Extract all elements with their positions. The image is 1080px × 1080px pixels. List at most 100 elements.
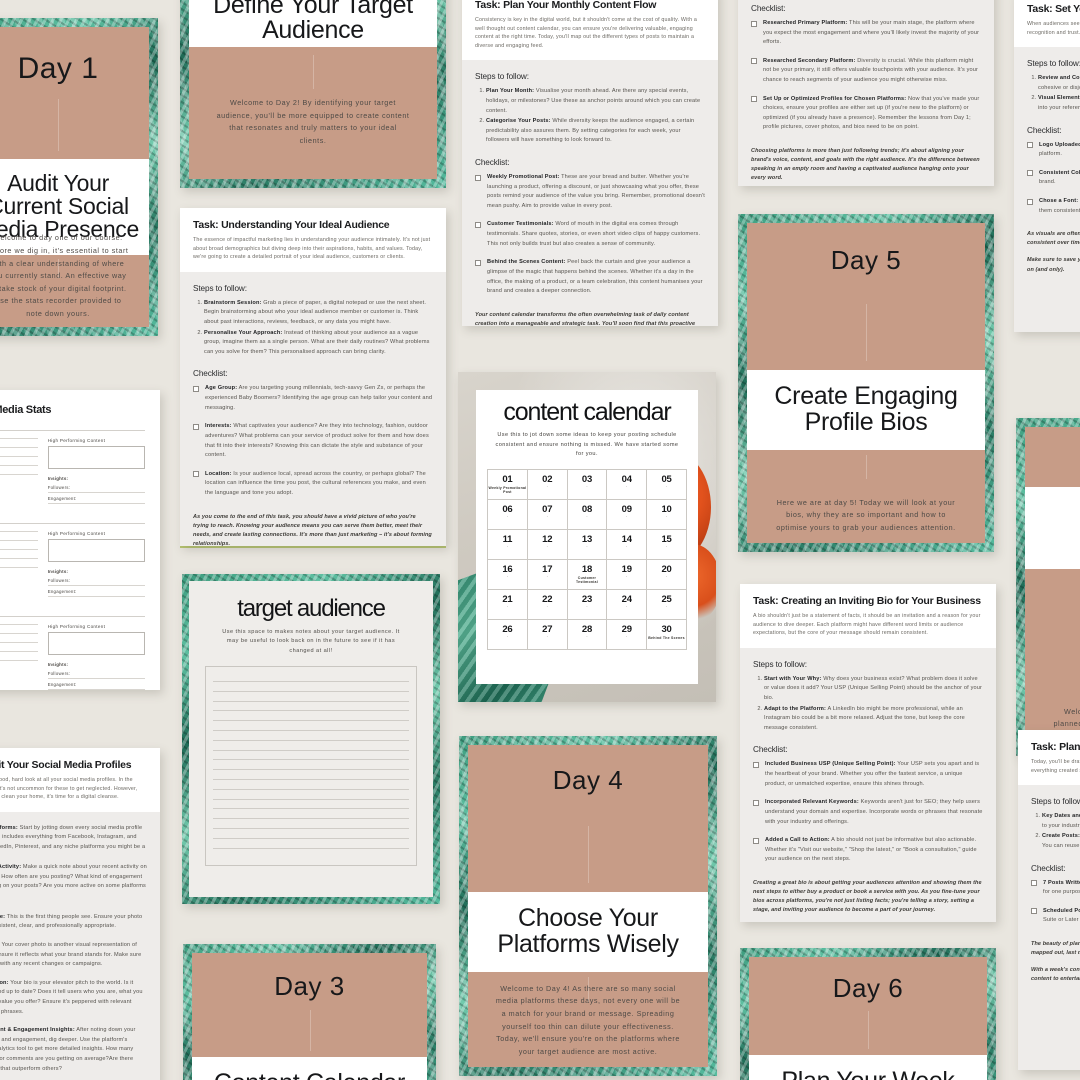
notes-lined-area[interactable] (205, 666, 417, 867)
card-task-bio[interactable]: Task: Creating an Inviting Bio for Your … (740, 584, 996, 922)
calendar-day-cell[interactable]: 17. (527, 559, 568, 590)
card-notes-target-audience[interactable]: target audience Use this space to makes … (182, 574, 440, 904)
calendar-day-cell[interactable]: 19. (607, 559, 648, 590)
stat-lines-left[interactable] (0, 624, 38, 690)
card-day2-cover[interactable]: Day 2 Define Your Target Audience Welcom… (180, 0, 446, 188)
calendar-grid[interactable]: 01 Weekly Promotional Post 02. 03. 04. 05. 06.… (487, 468, 687, 650)
content-input-box[interactable] (47, 446, 145, 469)
card-task-content-flow[interactable]: Task: Plan Your Monthly Content Flow Con… (462, 0, 718, 326)
checklist-item[interactable]: Consistent Colours: Calm or energetic, c… (1027, 169, 1080, 188)
content-input-box[interactable] (47, 539, 145, 562)
content-input-box[interactable] (47, 632, 145, 655)
checkbox-icon[interactable] (193, 385, 199, 392)
card-day5-cover[interactable]: Day 5 Create Engaging Profile Bios Here … (738, 214, 994, 552)
checkbox-icon[interactable] (1027, 198, 1033, 205)
calendar-day-cell[interactable]: 26. (488, 619, 528, 650)
calendar-day-cell[interactable]: 07. (527, 499, 568, 530)
calendar-day-cell[interactable]: 09. (607, 499, 648, 530)
checkbox-icon[interactable] (1031, 880, 1037, 887)
checkbox-icon[interactable] (475, 259, 481, 266)
calendar-day-placeholder: . (586, 632, 588, 639)
card-day3-cover[interactable]: Day 3 Content Calendar (183, 944, 436, 1080)
card-task-visuals[interactable]: Task: Set Your Visual Identity When audi… (1014, 0, 1080, 332)
calendar-day-cell[interactable]: 24. (607, 589, 648, 620)
calendar-day-placeholder: . (546, 632, 548, 639)
calendar-day-cell[interactable]: 13. (567, 529, 608, 560)
checklist-item[interactable]: Scheduled Posts: Save yourself time by u… (1031, 907, 1080, 926)
checklist-item[interactable]: 7 Posts Written: Make sure you have a mi… (1031, 879, 1080, 898)
calendar-day-cell[interactable]: 01 Weekly Promotional Post (488, 469, 528, 500)
checklist-item[interactable]: Set Up or Optimized Profiles for Chosen … (751, 95, 981, 133)
calendar-day-cell[interactable]: 08. (567, 499, 608, 530)
card-task-planning[interactable]: Task: Planning a Week of Content Today, … (1018, 730, 1080, 1070)
card-day6-cover[interactable]: Day 6 Plan Your Week (740, 948, 996, 1080)
checkbox-icon[interactable] (1027, 170, 1033, 177)
calendar-day-cell[interactable]: 20. (647, 559, 687, 590)
checklist-item[interactable]: Included Business USP (Unique Selling Po… (753, 760, 983, 789)
calendar-day-cell[interactable]: 21. (488, 589, 528, 620)
checkbox-icon[interactable] (475, 221, 481, 228)
sheet-outro: Make sure to save your brand colours, fo… (1027, 257, 1080, 273)
calendar-day-cell[interactable]: 23. (567, 589, 608, 620)
calendar-day-cell[interactable]: 05. (647, 469, 687, 500)
calendar-day-cell[interactable]: 22. (527, 589, 568, 620)
checkbox-icon[interactable] (753, 837, 759, 844)
card-task-platforms[interactable]: Checklist: Researched Primary Platform: … (738, 0, 994, 186)
card-day1-cover[interactable]: Day 1 Audit Your Current Social Media Pr… (0, 18, 158, 336)
calendar-day-cell[interactable]: 14. (607, 529, 648, 560)
checklist-item[interactable]: Logo Uploaded: Make sure your brand mark… (1027, 141, 1080, 160)
calendar-day-cell[interactable]: 11. (488, 529, 528, 560)
sheet-outro: The beauty of planning is that it leaves… (1031, 941, 1080, 957)
card-task-audience[interactable]: Task: Understanding Your Ideal Audience … (180, 208, 446, 546)
checkbox-icon[interactable] (751, 58, 757, 65)
card-day7-cover[interactable]: Day 7 Plan Welcome to day 7! It's time t… (1016, 418, 1080, 756)
checklist-item[interactable]: Customer Testimonials: Word of mouth in … (475, 220, 705, 249)
calendar-day-cell[interactable]: 18 Customer Testimonial (567, 559, 608, 590)
card-social-media-stats[interactable]: Social Media Stats High Performing Conte… (0, 390, 160, 690)
calendar-day-cell[interactable]: 10. (647, 499, 687, 530)
calendar-day-cell[interactable]: 12. (527, 529, 568, 560)
calendar-day-cell[interactable]: 25. (647, 589, 687, 620)
checkbox-icon[interactable] (1031, 908, 1037, 915)
checklist-item[interactable]: Researched Primary Platform: This will b… (751, 19, 981, 48)
checkbox-icon[interactable] (475, 174, 481, 181)
checklist-item[interactable]: Cover Photo: Your cover photo is another… (0, 941, 147, 970)
checkbox-icon[interactable] (751, 96, 757, 103)
card-day4-cover[interactable]: Day 4 Choose Your Platforms Wisely Welco… (459, 736, 717, 1076)
calendar-day-cell[interactable]: 27. (527, 619, 568, 650)
checklist-item[interactable]: Follower Count & Engagement Insights: Af… (0, 1026, 147, 1074)
stat-lines-left[interactable] (0, 438, 38, 507)
calendar-day-cell[interactable]: 03. (567, 469, 608, 500)
checklist-item[interactable]: Location: Is your audience local, spread… (193, 470, 433, 499)
card-content-calendar[interactable]: content calendar Use this to jot down so… (458, 372, 716, 702)
calendar-day-placeholder: . (586, 512, 588, 519)
checkbox-icon[interactable] (753, 761, 759, 768)
checklist-item[interactable]: Behind the Scenes Content: Peel back the… (475, 258, 705, 296)
checklist-item[interactable]: Chose a Font: Fonts speak volumes. Which… (1027, 197, 1080, 216)
calendar-day-cell[interactable]: 02. (527, 469, 568, 500)
checklist-item[interactable]: Incorporated Relevant Keywords: Keywords… (753, 798, 983, 827)
calendar-day-cell[interactable]: 29. (607, 619, 648, 650)
calendar-day-cell[interactable]: 16. (488, 559, 528, 590)
checklist-item[interactable]: Interests: What captivates your audience… (193, 422, 433, 460)
checkbox-icon[interactable] (193, 471, 199, 478)
checklist-item[interactable]: Bio/Description: Your bio is your elevat… (0, 979, 147, 1017)
calendar-day-cell[interactable]: 30 Behind The Scenes (647, 619, 687, 650)
checklist-item[interactable]: Weekly Promotional Post: These are your … (475, 173, 705, 211)
checkbox-icon[interactable] (193, 423, 199, 430)
calendar-day-cell[interactable]: 15. (647, 529, 687, 560)
checklist-item[interactable]: Age Group: Are you targeting young mille… (193, 384, 433, 413)
calendar-day-cell[interactable]: 28. (567, 619, 608, 650)
checkbox-icon[interactable] (751, 20, 757, 27)
calendar-day-placeholder: . (626, 632, 628, 639)
checklist-item[interactable]: Profile Picture: This is the first thing… (0, 913, 147, 932)
calendar-day-cell[interactable]: 06. (488, 499, 528, 530)
checkbox-icon[interactable] (753, 799, 759, 806)
stat-lines-left[interactable] (0, 531, 38, 600)
cover-bottom-band: Here we are at day 5! Today we will look… (747, 449, 985, 543)
checklist-item[interactable]: Added a Call to Action: A bio should not… (753, 836, 983, 865)
checklist-item[interactable]: Researched Secondary Platform: Diversity… (751, 57, 981, 86)
checkbox-icon[interactable] (1027, 142, 1033, 149)
card-task-audit[interactable]: Task: Audit Your Social Media Profiles I… (0, 748, 160, 1080)
calendar-day-cell[interactable]: 04. (607, 469, 648, 500)
